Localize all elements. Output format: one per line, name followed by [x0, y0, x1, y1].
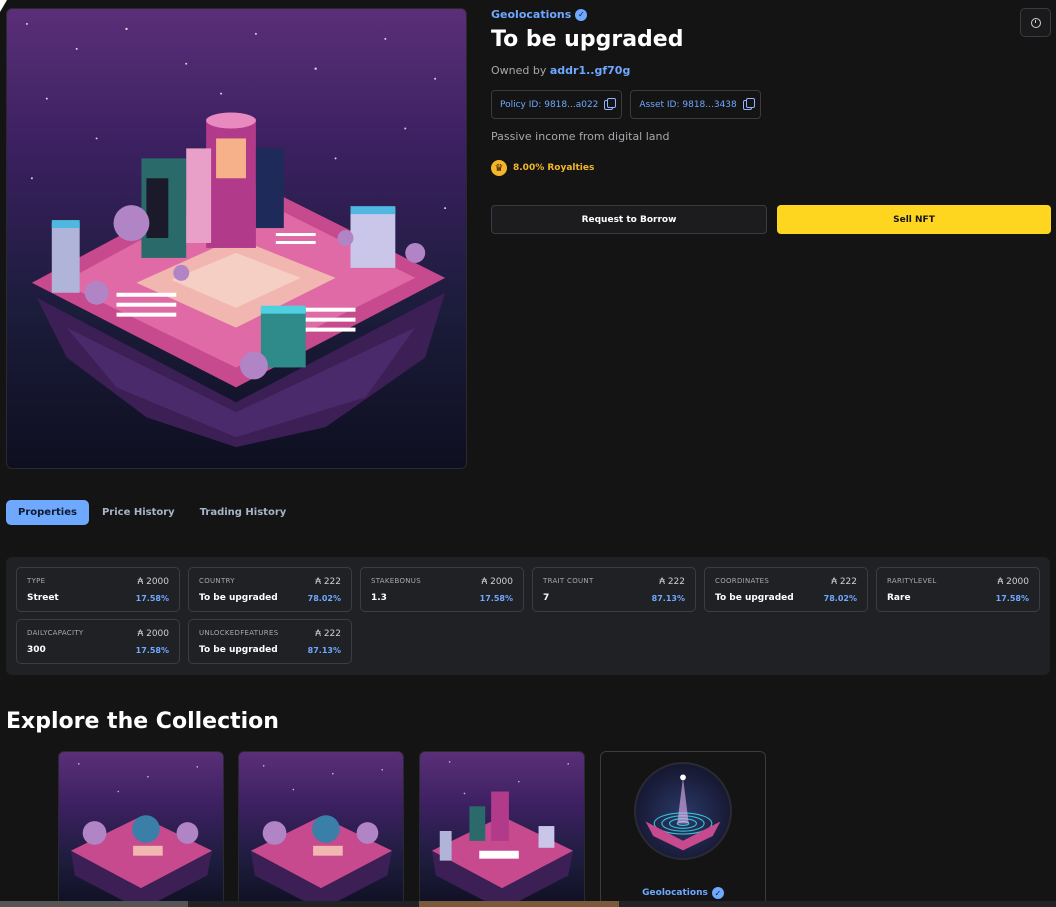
nft-description: Passive income from digital land — [491, 130, 670, 143]
property-value: To be upgraded — [199, 645, 278, 655]
asset-id-text: Asset ID: 9818...3438 — [639, 99, 737, 110]
collection-card-name[interactable]: Geolocations ✓ — [601, 887, 765, 899]
collection-nft-card[interactable] — [419, 751, 585, 907]
property-value: To be upgraded — [199, 593, 278, 603]
request-borrow-button[interactable]: Request to Borrow — [491, 205, 767, 234]
property-card: COUNTRY ₳ 222 To be upgraded 78.02% — [188, 567, 352, 612]
property-count: ₳ 222 — [315, 577, 341, 587]
property-value: Street — [27, 593, 59, 603]
property-count: ₳ 2000 — [137, 629, 170, 639]
nft-details: Geolocations ✓ To be upgraded Owned by a… — [491, 8, 1051, 234]
property-card: RARITYLEVEL ₳ 2000 Rare 17.58% — [876, 567, 1040, 612]
crown-icon: ♛ — [491, 160, 507, 176]
property-count: ₳ 2000 — [481, 577, 514, 587]
property-count: ₳ 222 — [659, 577, 685, 587]
nft-image — [6, 8, 467, 469]
property-rarity: 17.58% — [479, 594, 513, 603]
nft-thumbnail — [250, 765, 393, 907]
property-value: To be upgraded — [715, 593, 794, 603]
royalties-text: 8.00% Royalties — [513, 163, 595, 173]
scrollbar-thumb[interactable] — [419, 901, 619, 907]
scrollbar-thumb[interactable] — [0, 901, 188, 907]
id-chips: Policy ID: 9818...a022 Asset ID: 9818...… — [491, 90, 1051, 119]
owner-line: Owned by addr1..gf70g — [491, 64, 1051, 77]
collection-nft-card[interactable] — [58, 751, 224, 907]
nft-thumbnail — [431, 761, 574, 907]
collection-name[interactable]: Geolocations — [491, 8, 571, 21]
property-rarity: 17.58% — [135, 646, 169, 655]
property-card: COORDINATES ₳ 222 To be upgraded 78.02% — [704, 567, 868, 612]
history-button[interactable] — [1020, 8, 1051, 37]
property-rarity: 17.58% — [995, 594, 1029, 603]
collection-card-label: Geolocations — [642, 888, 708, 898]
property-card: STAKEBONUS ₳ 2000 1.3 17.58% — [360, 567, 524, 612]
verified-icon: ✓ — [711, 887, 724, 899]
property-value: 1.3 — [371, 593, 387, 603]
nft-title: To be upgraded — [491, 27, 684, 52]
collection-card[interactable]: Geolocations ✓ — [600, 751, 766, 907]
property-rarity: 87.13% — [651, 594, 685, 603]
property-count: ₳ 2000 — [997, 577, 1030, 587]
policy-id-text: Policy ID: 9818...a022 — [500, 99, 599, 110]
property-value: Rare — [887, 593, 911, 603]
verified-icon: ✓ — [575, 8, 588, 21]
collection-link[interactable]: Geolocations ✓ — [491, 8, 1051, 21]
horizontal-scrollbar[interactable] — [0, 901, 1056, 907]
nft-thumbnail — [70, 763, 213, 907]
detail-tabs: Properties Price History Trading History — [6, 500, 299, 525]
policy-id-chip[interactable]: Policy ID: 9818...a022 — [491, 90, 623, 119]
property-count: ₳ 2000 — [137, 577, 170, 587]
owned-by-label: Owned by — [491, 64, 547, 77]
property-value: 300 — [27, 645, 46, 655]
explore-heading: Explore the Collection — [6, 709, 279, 734]
property-rarity: 78.02% — [823, 594, 857, 603]
property-value: 7 — [543, 593, 550, 603]
property-rarity: 78.02% — [307, 594, 341, 603]
property-card: DAILYCAPACITY ₳ 2000 300 17.58% — [16, 619, 180, 664]
sell-nft-button[interactable]: Sell NFT — [777, 205, 1051, 234]
property-card: TRAIT COUNT ₳ 222 7 87.13% — [532, 567, 696, 612]
property-count: ₳ 222 — [831, 577, 857, 587]
asset-id-chip[interactable]: Asset ID: 9818...3438 — [630, 90, 761, 119]
copy-icon[interactable] — [604, 97, 617, 110]
action-buttons: Request to Borrow Sell NFT — [491, 205, 1051, 234]
property-count: ₳ 222 — [315, 629, 341, 639]
copy-icon[interactable] — [742, 97, 755, 110]
owner-address-link[interactable]: addr1..gf70g — [550, 64, 630, 77]
properties-panel: TYPE ₳ 2000 Street 17.58% COUNTRY ₳ 222 … — [6, 557, 1050, 675]
property-card: TYPE ₳ 2000 Street 17.58% — [16, 567, 180, 612]
property-rarity: 17.58% — [135, 594, 169, 603]
royalties-badge: ♛ 8.00% Royalties — [491, 160, 1051, 176]
property-rarity: 87.13% — [307, 646, 341, 655]
tab-price-history[interactable]: Price History — [90, 500, 187, 525]
clock-icon — [1030, 17, 1041, 28]
tab-properties[interactable]: Properties — [6, 500, 89, 525]
property-card: UNLOCKEDFEATURES ₳ 222 To be upgraded 87… — [188, 619, 352, 664]
tab-trading-history[interactable]: Trading History — [188, 500, 299, 525]
collection-avatar — [634, 762, 732, 860]
collection-nft-card[interactable] — [238, 751, 404, 907]
